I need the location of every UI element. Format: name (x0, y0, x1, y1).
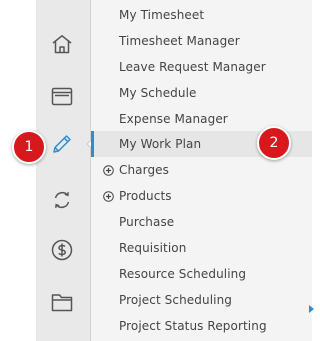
menu-item-label: Resource Scheduling (119, 267, 247, 281)
menu-item-label: Expense Manager (119, 112, 228, 126)
menu-item-label: Charges (119, 163, 170, 177)
menu-item-resource-scheduling[interactable]: Resource Scheduling (91, 261, 312, 287)
menu-item-label: Timesheet Manager (119, 34, 240, 48)
callout-badge-1: 1 (12, 130, 46, 164)
menu-item-leave-request-manager[interactable]: Leave Request Manager (91, 54, 312, 80)
menu-item-products[interactable]: Products (91, 183, 312, 209)
home-icon[interactable] (49, 31, 75, 57)
menu-item-label: Project Scheduling (119, 293, 232, 307)
pencil-icon[interactable] (49, 131, 75, 157)
callout-badge-2: 2 (257, 126, 291, 160)
menu-item-label: Project Status Reporting (119, 319, 267, 333)
scroll-arrow-icon (309, 305, 314, 313)
menu-item-charges[interactable]: Charges (91, 157, 312, 183)
sync-icon[interactable] (49, 187, 75, 213)
menu-item-label: Products (119, 189, 172, 203)
menu-item-label: Purchase (119, 215, 175, 229)
expand-plus-icon (103, 190, 114, 202)
expand-plus-icon (103, 164, 114, 176)
callout-number: 2 (269, 135, 279, 151)
menu-item-my-timesheet[interactable]: My Timesheet (91, 2, 312, 28)
menu-item-label: My Schedule (119, 86, 197, 100)
menu-item-label: Leave Request Manager (119, 60, 266, 74)
menu-item-project-status-reporting[interactable]: Project Status Reporting (91, 313, 312, 339)
menu-item-requisition[interactable]: Requisition (91, 235, 312, 261)
menu-item-project-scheduling[interactable]: Project Scheduling (91, 287, 312, 313)
menu-item-label: My Work Plan (119, 137, 202, 151)
callout-number: 1 (24, 139, 34, 155)
menu-item-label: My Timesheet (119, 8, 205, 22)
menu-item-my-schedule[interactable]: My Schedule (91, 80, 312, 106)
folder-icon[interactable] (49, 289, 75, 315)
menu-item-label: Requisition (119, 241, 187, 255)
window-icon[interactable] (49, 83, 75, 109)
menu-item-timesheet-manager[interactable]: Timesheet Manager (91, 28, 312, 54)
menu-item-purchase[interactable]: Purchase (91, 209, 312, 235)
dollar-icon[interactable] (49, 237, 75, 263)
